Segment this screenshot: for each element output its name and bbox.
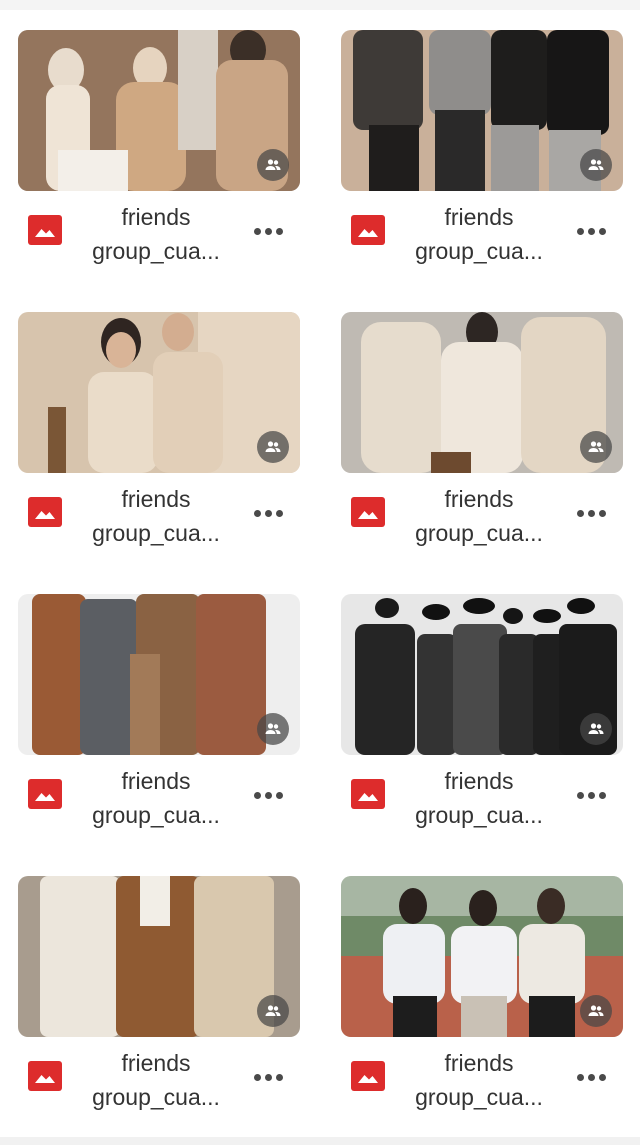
more-options-icon[interactable]	[571, 1062, 611, 1092]
more-options-icon[interactable]	[248, 216, 288, 246]
file-name[interactable]: friends group_cua...	[397, 1046, 561, 1114]
shared-people-icon	[257, 149, 289, 181]
file-card[interactable]: friends group_cua...	[18, 594, 300, 844]
file-thumbnail[interactable]	[18, 876, 300, 1037]
more-options-icon[interactable]	[571, 780, 611, 810]
image-file-icon	[28, 1061, 62, 1091]
image-file-icon	[351, 779, 385, 809]
shared-people-icon	[257, 431, 289, 463]
shared-people-icon	[257, 713, 289, 745]
file-card[interactable]: friends group_cua...	[18, 876, 300, 1126]
file-grid: friends group_cua... friends group_cua..…	[0, 0, 640, 1145]
file-card[interactable]: friends group_cua...	[341, 312, 623, 562]
file-thumbnail[interactable]	[341, 30, 623, 191]
more-options-icon[interactable]	[248, 1062, 288, 1092]
image-file-icon	[28, 779, 62, 809]
file-card[interactable]: friends group_cua...	[18, 30, 300, 280]
file-thumbnail[interactable]	[18, 594, 300, 755]
more-options-icon[interactable]	[248, 498, 288, 528]
file-name[interactable]: friends group_cua...	[74, 1046, 238, 1114]
image-file-icon	[28, 215, 62, 245]
more-options-icon[interactable]	[571, 216, 611, 246]
shared-people-icon	[257, 995, 289, 1027]
bottom-strip	[0, 1137, 640, 1145]
shared-people-icon	[580, 431, 612, 463]
file-thumbnail[interactable]	[341, 312, 623, 473]
file-thumbnail[interactable]	[18, 30, 300, 191]
file-card[interactable]: friends group_cua...	[341, 594, 623, 844]
file-name[interactable]: friends group_cua...	[397, 764, 561, 832]
file-thumbnail[interactable]	[341, 876, 623, 1037]
file-card[interactable]: friends group_cua...	[341, 30, 623, 280]
shared-people-icon	[580, 149, 612, 181]
file-thumbnail[interactable]	[18, 312, 300, 473]
image-file-icon	[28, 497, 62, 527]
image-file-icon	[351, 497, 385, 527]
shared-people-icon	[580, 713, 612, 745]
shared-people-icon	[580, 995, 612, 1027]
image-file-icon	[351, 215, 385, 245]
file-name[interactable]: friends group_cua...	[397, 482, 561, 550]
file-card[interactable]: friends group_cua...	[18, 312, 300, 562]
file-thumbnail[interactable]	[341, 594, 623, 755]
file-name[interactable]: friends group_cua...	[74, 482, 238, 550]
more-options-icon[interactable]	[571, 498, 611, 528]
image-file-icon	[351, 1061, 385, 1091]
file-name[interactable]: friends group_cua...	[397, 200, 561, 268]
more-options-icon[interactable]	[248, 780, 288, 810]
file-name[interactable]: friends group_cua...	[74, 764, 238, 832]
file-card[interactable]: friends group_cua...	[341, 876, 623, 1126]
file-name[interactable]: friends group_cua...	[74, 200, 238, 268]
